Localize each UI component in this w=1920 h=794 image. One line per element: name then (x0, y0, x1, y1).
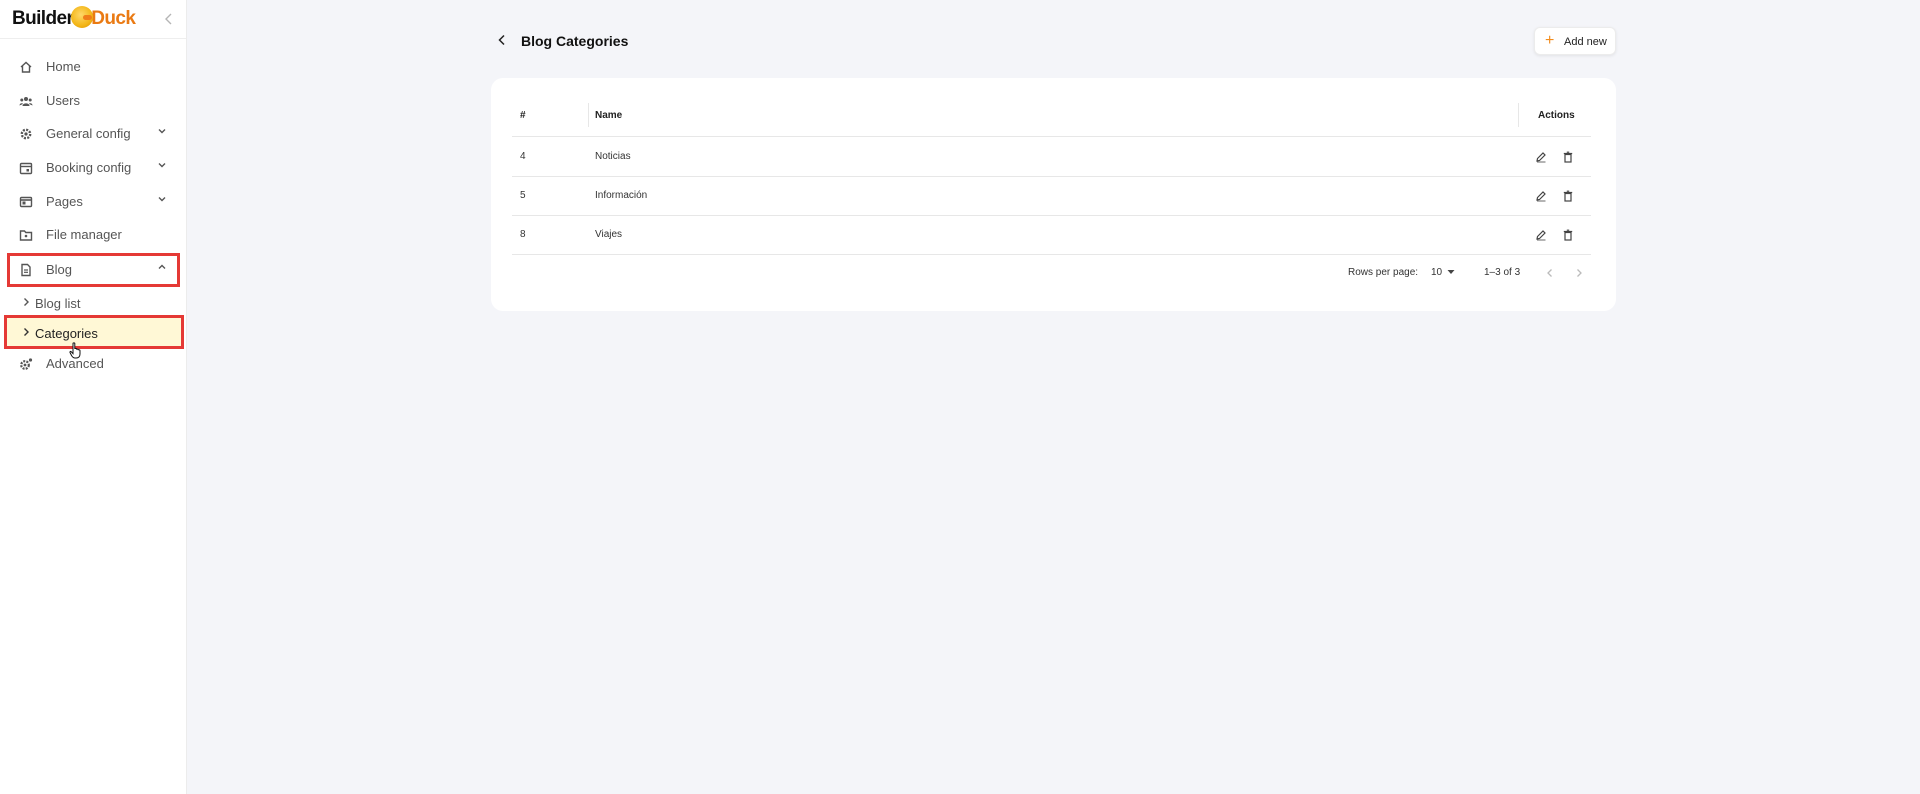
edit-pencil-icon[interactable] (1535, 229, 1547, 241)
page-title: Blog Categories (521, 33, 629, 49)
column-header-actions: Actions (1538, 110, 1575, 121)
next-page-icon[interactable] (1574, 268, 1584, 278)
logo-text-builder: Builder (12, 8, 74, 29)
logo[interactable]: Builder Duck (12, 6, 136, 30)
sidebar-item-users[interactable]: Users (0, 86, 187, 116)
row-id: 4 (520, 151, 526, 162)
calendar-icon (19, 162, 33, 175)
sidebar-item-label: Blog (46, 262, 73, 277)
categories-table-card: # Name Actions 4 Noticias 5 Información … (491, 78, 1616, 311)
row-name: Noticias (595, 151, 631, 162)
delete-trash-icon[interactable] (1562, 151, 1574, 163)
sidebar-item-file-manager[interactable]: File manager (0, 220, 187, 250)
back-arrow-icon[interactable] (496, 33, 508, 47)
logo-row: Builder Duck (0, 0, 186, 39)
row-name: Viajes (595, 229, 623, 240)
sidebar-item-pages[interactable]: Pages (0, 187, 187, 217)
collapse-sidebar-icon[interactable] (164, 13, 174, 25)
gear-icon (20, 128, 32, 140)
sidebar-item-label: Booking config (46, 160, 132, 175)
sidebar-item-general-config[interactable]: General config (0, 119, 187, 149)
row-divider (512, 254, 1591, 255)
add-new-button[interactable]: + Add new (1534, 27, 1616, 55)
chevron-up-icon (158, 264, 166, 269)
chevron-right-icon (24, 298, 29, 306)
edit-pencil-icon[interactable] (1535, 190, 1547, 202)
duck-icon (71, 6, 94, 28)
rows-per-page-label: Rows per page: (1348, 267, 1419, 278)
sidebar-item-label: Advanced (46, 356, 104, 371)
sidebar: Builder Duck Home Users General config Bo… (0, 0, 187, 794)
advanced-gear-icon (20, 358, 33, 370)
caret-down-icon (1447, 270, 1455, 274)
sidebar-item-booking-config[interactable]: Booking config (0, 153, 187, 183)
pagination-range: 1–3 of 3 (1484, 267, 1521, 278)
rows-per-page-value: 10 (1431, 267, 1443, 278)
sidebar-item-label: General config (46, 126, 131, 141)
sidebar-item-label: Pages (46, 194, 83, 209)
plus-icon: + (1545, 32, 1555, 49)
delete-trash-icon[interactable] (1562, 190, 1574, 202)
column-header-id[interactable]: # (520, 110, 526, 121)
chevron-down-icon (158, 163, 166, 168)
row-divider (512, 176, 1591, 177)
previous-page-icon[interactable] (1545, 268, 1555, 278)
sidebar-item-label: File manager (46, 227, 122, 242)
folder-icon (19, 230, 33, 241)
chevron-down-icon (158, 129, 166, 134)
column-separator (588, 103, 589, 127)
row-name: Información (595, 190, 648, 201)
document-icon (21, 263, 31, 277)
column-header-name[interactable]: Name (595, 110, 622, 121)
home-icon (20, 61, 32, 73)
sidebar-subitem-label: Blog list (35, 296, 81, 311)
rows-per-page-select[interactable]: 10 (1429, 264, 1459, 280)
row-divider (512, 215, 1591, 216)
chevron-down-icon (158, 197, 166, 202)
sidebar-item-home[interactable]: Home (0, 52, 187, 82)
edit-pencil-icon[interactable] (1535, 151, 1547, 163)
categories-highlight-box (4, 315, 184, 349)
sidebar-item-label: Users (46, 93, 80, 108)
sidebar-item-advanced[interactable]: Advanced (0, 349, 187, 379)
header-divider (512, 136, 1591, 137)
pages-icon (19, 196, 33, 208)
column-separator (1518, 103, 1519, 127)
add-new-label: Add new (1564, 36, 1607, 48)
sidebar-item-label: Home (46, 59, 81, 74)
users-icon (19, 97, 33, 106)
row-id: 5 (520, 190, 526, 201)
logo-text-duck: Duck (91, 8, 136, 29)
row-id: 8 (520, 229, 526, 240)
delete-trash-icon[interactable] (1562, 229, 1574, 241)
sidebar-item-blog[interactable]: Blog (0, 255, 187, 285)
